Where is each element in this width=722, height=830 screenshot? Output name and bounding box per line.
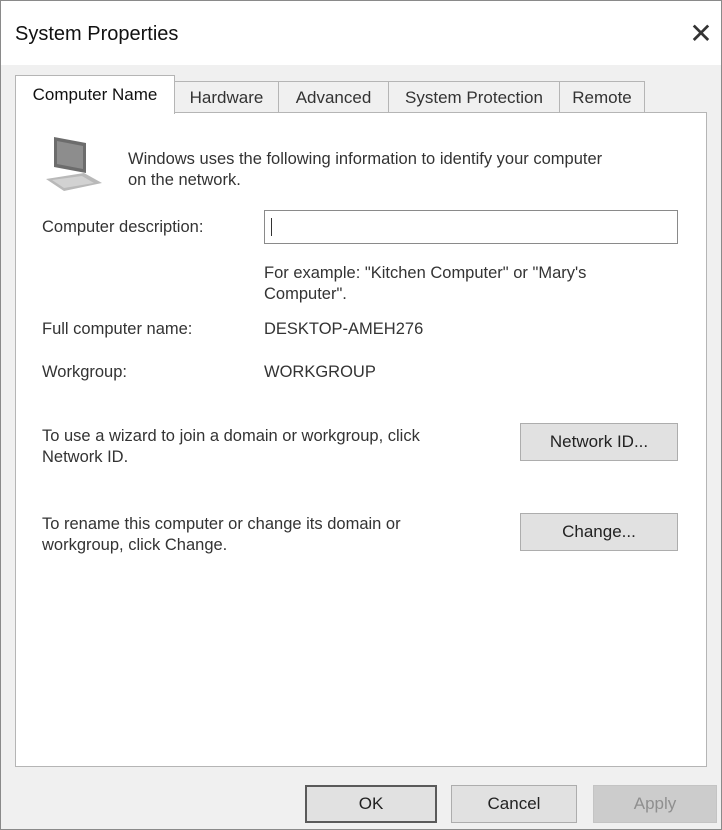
- tab-remote[interactable]: Remote: [559, 81, 645, 113]
- change-button[interactable]: Change...: [520, 513, 678, 551]
- network-id-button[interactable]: Network ID...: [520, 423, 678, 461]
- tab-label: Advanced: [295, 87, 372, 107]
- computer-description-input[interactable]: [264, 210, 678, 244]
- tab-label: Hardware: [189, 87, 264, 107]
- change-text-line-2: workgroup, click Change.: [42, 536, 228, 554]
- change-button-label: Change...: [562, 522, 636, 541]
- tab-system-protection[interactable]: System Protection: [388, 81, 560, 113]
- network-id-text-line-2: Network ID.: [42, 448, 129, 466]
- computer-description-label: Computer description:: [42, 218, 204, 236]
- cancel-button[interactable]: Cancel: [451, 785, 577, 823]
- network-id-button-label: Network ID...: [549, 432, 649, 451]
- system-properties-dialog: System Properties ✕ Computer Name Hardwa…: [0, 0, 722, 830]
- workgroup-label: Workgroup:: [42, 363, 127, 381]
- tab-computer-name[interactable]: Computer Name: [15, 75, 175, 114]
- tab-label: System Protection: [405, 87, 543, 107]
- tab-label: Remote: [572, 87, 632, 107]
- apply-button[interactable]: Apply: [593, 785, 717, 823]
- full-computer-name-label: Full computer name:: [42, 320, 193, 338]
- tab-label: Computer Name: [32, 85, 158, 104]
- description-hint-line-1: For example: "Kitchen Computer" or "Mary…: [264, 264, 587, 282]
- full-computer-name-value: DESKTOP-AMEH276: [264, 320, 424, 338]
- apply-button-label: Apply: [633, 794, 677, 813]
- change-text-line-1: To rename this computer or change its do…: [42, 515, 401, 533]
- description-hint-line-2: Computer".: [264, 285, 347, 303]
- close-icon[interactable]: ✕: [683, 15, 719, 51]
- tab-advanced[interactable]: Advanced: [278, 81, 389, 113]
- tab-hardware[interactable]: Hardware: [174, 81, 279, 113]
- window-title: System Properties: [15, 23, 179, 45]
- title-bar: System Properties ✕: [1, 1, 721, 65]
- workgroup-value: WORKGROUP: [264, 363, 376, 381]
- cancel-button-label: Cancel: [487, 794, 541, 813]
- intro-line-1: Windows uses the following information t…: [128, 150, 603, 168]
- network-id-text-line-1: To use a wizard to join a domain or work…: [42, 427, 420, 445]
- text-caret: [271, 218, 272, 236]
- computer-icon: [46, 137, 102, 191]
- computer-name-panel: Windows uses the following information t…: [15, 112, 707, 767]
- intro-line-2: on the network.: [128, 171, 241, 189]
- ok-button[interactable]: OK: [305, 785, 437, 823]
- ok-button-label: OK: [358, 794, 384, 813]
